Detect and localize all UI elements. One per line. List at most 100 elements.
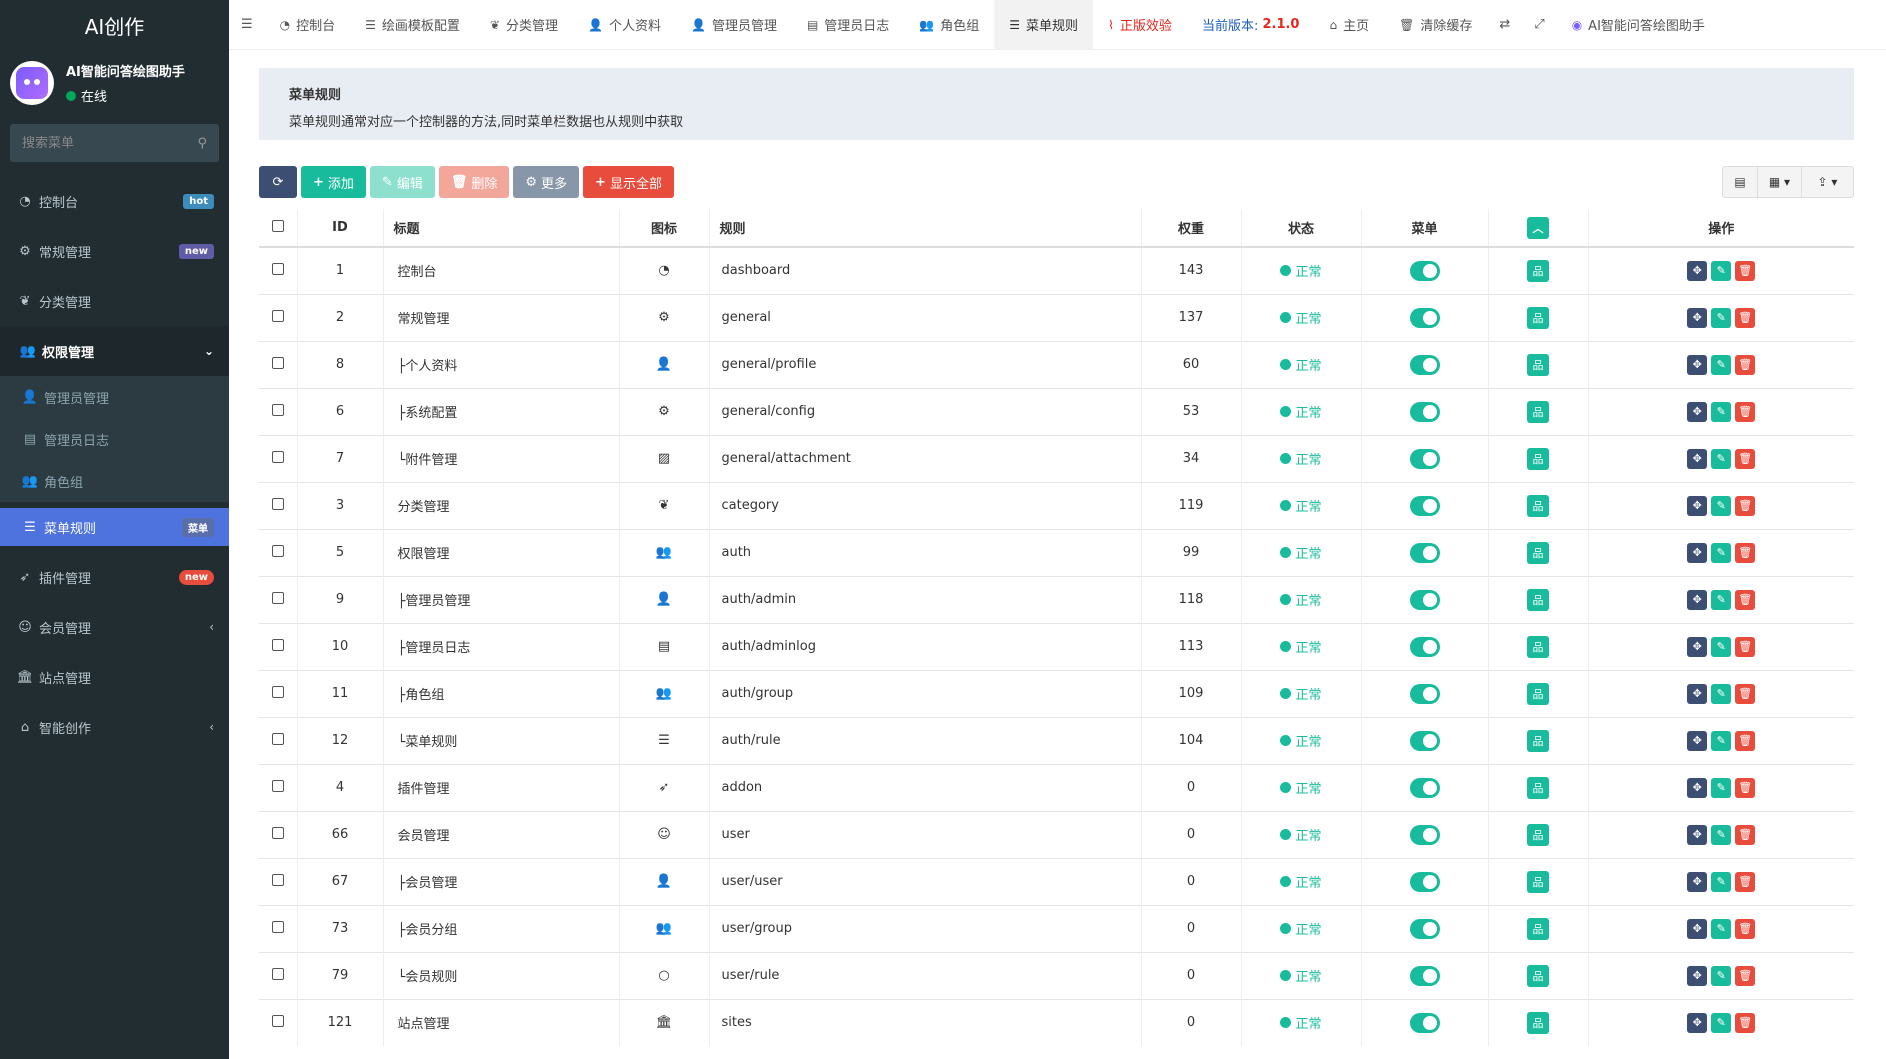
row-delete-button[interactable]: 🗑 <box>1735 965 1756 986</box>
drag-move-button[interactable]: ✥ <box>1687 730 1708 751</box>
sidebar-item-10[interactable]: 🏛 站点管理 <box>0 652 229 702</box>
row-delete-button[interactable]: 🗑 <box>1735 495 1756 516</box>
row-edit-button[interactable]: ✎ <box>1711 918 1732 939</box>
sitemap-button[interactable]: 品 <box>1527 494 1549 517</box>
row-edit-button[interactable]: ✎ <box>1711 260 1732 281</box>
sidebar-item-1[interactable]: ⚙ 常规管理 new <box>0 226 229 276</box>
row-edit-button[interactable]: ✎ <box>1711 730 1732 751</box>
sitemap-button[interactable]: 品 <box>1527 541 1549 564</box>
row-edit-button[interactable]: ✎ <box>1711 824 1732 845</box>
menu-toggle[interactable] <box>1409 354 1440 375</box>
menu-toggle[interactable] <box>1409 401 1440 422</box>
menu-toggle[interactable] <box>1409 730 1440 751</box>
row-delete-button[interactable]: 🗑 <box>1735 824 1756 845</box>
drag-move-button[interactable]: ✥ <box>1687 542 1708 563</box>
menu-toggle[interactable] <box>1409 495 1440 516</box>
row-delete-button[interactable]: 🗑 <box>1735 260 1756 281</box>
drag-move-button[interactable]: ✥ <box>1687 307 1708 328</box>
sitemap-button[interactable]: 品 <box>1527 306 1549 329</box>
sitemap-button[interactable]: 品 <box>1527 1011 1549 1034</box>
menu-toggle[interactable] <box>1409 871 1440 892</box>
row-edit-button[interactable]: ✎ <box>1711 401 1732 422</box>
row-delete-button[interactable]: 🗑 <box>1735 401 1756 422</box>
add-button[interactable]: + 添加 <box>301 166 366 198</box>
row-checkbox[interactable] <box>271 638 284 651</box>
row-edit-button[interactable]: ✎ <box>1711 354 1732 375</box>
sitemap-button[interactable]: 品 <box>1527 400 1549 423</box>
row-delete-button[interactable]: 🗑 <box>1735 1012 1756 1033</box>
home-link[interactable]: ⌂ 主页 <box>1314 0 1384 50</box>
nav-tab-5[interactable]: ▤ 管理员日志 <box>792 0 904 50</box>
row-delete-button[interactable]: 🗑 <box>1735 589 1756 610</box>
sidebar-item-7[interactable]: ☰ 菜单规则 菜单 <box>0 508 229 546</box>
sitemap-button[interactable]: 品 <box>1527 447 1549 470</box>
search-input[interactable] <box>22 135 182 151</box>
fullscreen-button[interactable]: ⤢ <box>1522 0 1556 50</box>
drag-move-button[interactable]: ✥ <box>1687 260 1708 281</box>
sitemap-button[interactable]: 品 <box>1527 964 1549 987</box>
sitemap-button[interactable]: 品 <box>1527 870 1549 893</box>
sitemap-button[interactable]: 品 <box>1527 917 1549 940</box>
row-checkbox[interactable] <box>271 262 284 275</box>
nav-tab-0[interactable]: ◔ 控制台 <box>265 0 351 50</box>
row-checkbox[interactable] <box>271 309 284 322</box>
row-delete-button[interactable]: 🗑 <box>1735 448 1756 469</box>
row-checkbox[interactable] <box>271 732 284 745</box>
row-checkbox[interactable] <box>271 779 284 792</box>
row-checkbox[interactable] <box>271 826 284 839</box>
row-edit-button[interactable]: ✎ <box>1711 683 1732 704</box>
sidebar-item-5[interactable]: ▤ 管理员日志 <box>0 418 229 460</box>
row-edit-button[interactable]: ✎ <box>1711 495 1732 516</box>
delete-button[interactable]: 🗑 删除 <box>438 166 510 198</box>
row-checkbox[interactable] <box>271 403 284 416</box>
drag-move-button[interactable]: ✥ <box>1687 777 1708 798</box>
user-menu[interactable]: ◉ AI智能问答绘图助手 <box>1557 0 1720 50</box>
row-edit-button[interactable]: ✎ <box>1711 589 1732 610</box>
sitemap-button[interactable]: 品 <box>1527 682 1549 705</box>
row-delete-button[interactable]: 🗑 <box>1735 871 1756 892</box>
genuine-check-link[interactable]: ⌇ 正版效验 <box>1093 0 1187 50</box>
row-delete-button[interactable]: 🗑 <box>1735 730 1756 751</box>
drag-move-button[interactable]: ✥ <box>1687 871 1708 892</box>
language-button[interactable]: ⇄ <box>1487 0 1522 50</box>
header-id[interactable]: ID <box>296 209 383 248</box>
menu-toggle[interactable] <box>1409 683 1440 704</box>
row-edit-button[interactable]: ✎ <box>1711 777 1732 798</box>
row-edit-button[interactable]: ✎ <box>1711 542 1732 563</box>
menu-toggle[interactable] <box>1409 965 1440 986</box>
drag-move-button[interactable]: ✥ <box>1687 1012 1708 1033</box>
row-edit-button[interactable]: ✎ <box>1711 448 1732 469</box>
row-edit-button[interactable]: ✎ <box>1711 636 1732 657</box>
row-checkbox[interactable] <box>271 544 284 557</box>
sidebar-item-9[interactable]: ☺ 会员管理 ‹ <box>0 602 229 652</box>
collapse-all-button[interactable]: ︿ <box>1527 216 1549 239</box>
select-all-checkbox[interactable] <box>271 219 284 232</box>
sitemap-button[interactable]: 品 <box>1527 259 1549 282</box>
toggle-view-button[interactable]: ▤ <box>1722 166 1758 198</box>
row-delete-button[interactable]: 🗑 <box>1735 683 1756 704</box>
columns-button[interactable]: ▦ ▾ <box>1758 166 1802 198</box>
more-button[interactable]: ⚙ 更多 <box>513 166 580 198</box>
clear-cache-button[interactable]: 🗑 清除缓存 <box>1384 0 1487 50</box>
menu-toggle[interactable] <box>1409 542 1440 563</box>
row-checkbox[interactable] <box>271 497 284 510</box>
drag-move-button[interactable]: ✥ <box>1687 495 1708 516</box>
sitemap-button[interactable]: 品 <box>1527 588 1549 611</box>
menu-toggle[interactable] <box>1409 1012 1440 1033</box>
nav-tab-4[interactable]: 👤 管理员管理 <box>676 0 792 50</box>
row-checkbox[interactable] <box>271 1014 284 1027</box>
row-edit-button[interactable]: ✎ <box>1711 965 1732 986</box>
row-checkbox[interactable] <box>271 450 284 463</box>
sidebar-item-11[interactable]: ⌂ 智能创作 ‹ <box>0 702 229 752</box>
drag-move-button[interactable]: ✥ <box>1687 448 1708 469</box>
sidebar-item-0[interactable]: ◔ 控制台 hot <box>0 176 229 226</box>
nav-tab-3[interactable]: 👤 个人资料 <box>573 0 676 50</box>
sitemap-button[interactable]: 品 <box>1527 776 1549 799</box>
export-button[interactable]: ⇪ ▾ <box>1802 166 1854 198</box>
row-edit-button[interactable]: ✎ <box>1711 1012 1732 1033</box>
sitemap-button[interactable]: 品 <box>1527 353 1549 376</box>
row-delete-button[interactable]: 🗑 <box>1735 354 1756 375</box>
menu-toggle[interactable] <box>1409 636 1440 657</box>
row-delete-button[interactable]: 🗑 <box>1735 636 1756 657</box>
app-logo[interactable]: AI创作 <box>0 0 229 50</box>
